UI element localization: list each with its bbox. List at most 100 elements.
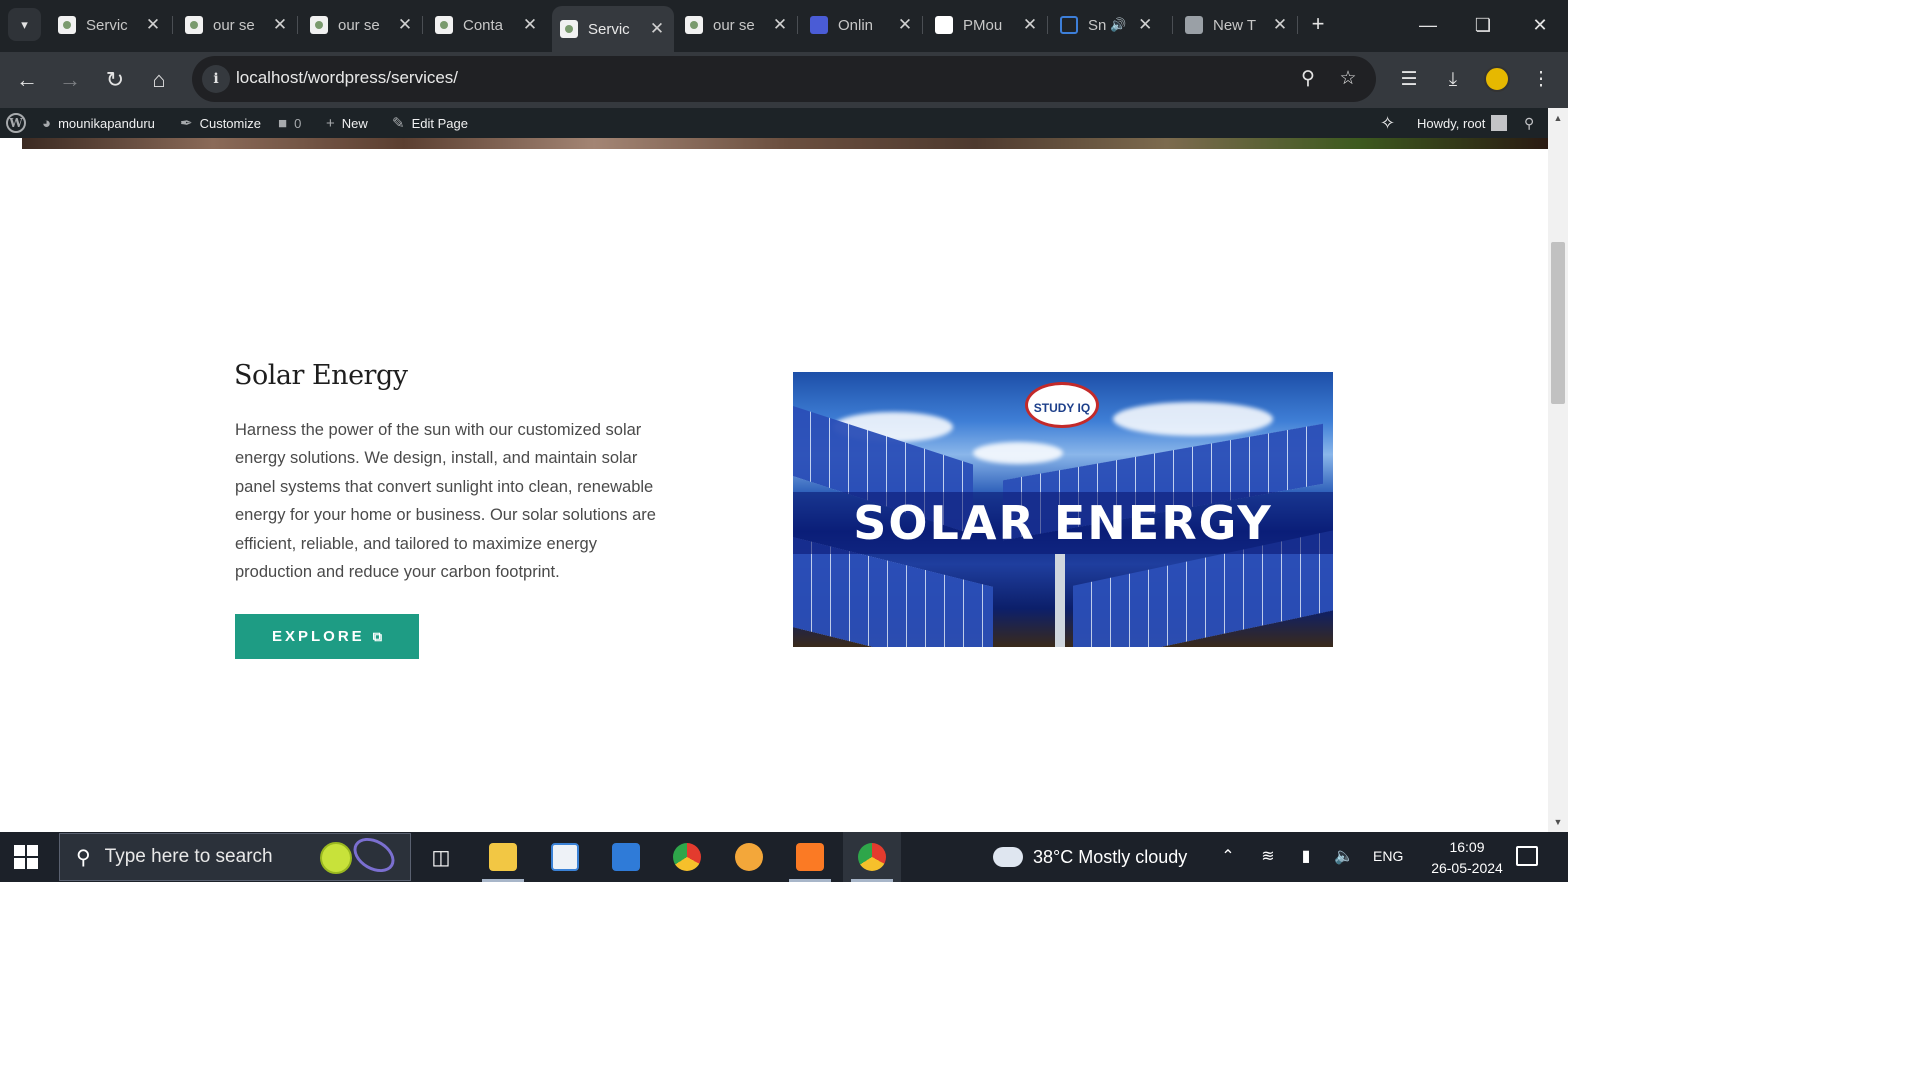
- task-view-button[interactable]: ◫: [412, 832, 470, 882]
- chrome-app[interactable]: [658, 832, 716, 882]
- medal-app[interactable]: [720, 832, 778, 882]
- tab-search-button[interactable]: ▾: [8, 8, 41, 41]
- home-button[interactable]: ⌂: [143, 64, 175, 96]
- sparkle-icon: ✧: [1380, 112, 1396, 133]
- close-icon[interactable]: ✕: [1021, 15, 1039, 35]
- start-button[interactable]: [14, 845, 38, 869]
- close-icon[interactable]: ✕: [648, 19, 666, 39]
- explore-button[interactable]: EXPLORE ⧉: [235, 614, 419, 659]
- close-icon[interactable]: ✕: [521, 15, 539, 35]
- browser-tab[interactable]: Onlin ✕: [802, 6, 922, 44]
- browser-tab[interactable]: Servic ✕: [50, 6, 170, 44]
- customize-link[interactable]: ✒ Customize: [180, 108, 261, 138]
- taskbar-search-box[interactable]: ⚲ Type here to search: [59, 831, 411, 881]
- clock-date: 26-05-2024: [1431, 860, 1503, 876]
- wordpress-logo-icon: W: [6, 113, 26, 133]
- close-icon[interactable]: ✕: [1271, 15, 1289, 35]
- studyiq-logo: STUDY IQ: [1025, 382, 1099, 428]
- reload-button[interactable]: ↻: [99, 64, 131, 96]
- close-icon[interactable]: ✕: [896, 15, 914, 35]
- speaker-icon[interactable]: 🔊: [1110, 17, 1126, 33]
- browser-tab[interactable]: Conta ✕: [427, 6, 547, 44]
- wp-favicon-icon: [435, 16, 453, 34]
- xampp-app[interactable]: [781, 832, 839, 882]
- clock[interactable]: 16:09 26-05-2024: [1425, 837, 1509, 879]
- wifi-icon[interactable]: ≋: [1256, 846, 1280, 866]
- close-window-button[interactable]: ✕: [1520, 10, 1560, 40]
- admin-search-button[interactable]: ⚲: [1524, 108, 1534, 138]
- comments-link[interactable]: ■ 0: [278, 108, 301, 138]
- volume-icon[interactable]: 🔈: [1332, 846, 1356, 866]
- folder-icon: [489, 843, 517, 871]
- my-account-menu[interactable]: Howdy, root: [1417, 108, 1508, 138]
- ai-sparkle-button[interactable]: ✧: [1380, 108, 1395, 138]
- weather-widget[interactable]: 38°C Mostly cloudy: [993, 832, 1187, 882]
- plus-icon: +: [326, 114, 335, 132]
- comments-count: 0: [294, 115, 302, 131]
- mail-app[interactable]: [597, 832, 655, 882]
- address-bar[interactable]: i localhost/wordpress/services/ ⚲ ☆: [192, 56, 1376, 102]
- chevron-up-icon[interactable]: ⌃: [1216, 846, 1240, 866]
- wp-admin-bar: W ◕ mounikapanduru ✒ Customize ■ 0 + New…: [0, 108, 1548, 138]
- battery-icon[interactable]: ▮: [1294, 846, 1318, 866]
- browser-tab[interactable]: our se ✕: [302, 6, 422, 44]
- panel-pole: [1055, 554, 1065, 647]
- browser-tab[interactable]: our se ✕: [177, 6, 297, 44]
- scrollbar-thumb[interactable]: [1551, 242, 1565, 404]
- site-info-icon[interactable]: i: [202, 65, 230, 93]
- running-indicator: [789, 879, 831, 882]
- language-indicator[interactable]: ENG: [1373, 848, 1403, 864]
- menu-kebab-icon[interactable]: ⋮: [1525, 64, 1557, 96]
- tab-title: our se: [713, 16, 755, 34]
- search-icon: ⚲: [1524, 114, 1535, 131]
- edit-page-link[interactable]: ✎ Edit Page: [392, 108, 468, 138]
- chrome-profile-app[interactable]: [843, 832, 901, 882]
- new-tab-button[interactable]: +: [1305, 12, 1331, 38]
- url-text[interactable]: localhost/wordpress/services/: [236, 68, 458, 88]
- medal-icon: [735, 843, 763, 871]
- image-title-text: SOLAR ENERGY: [853, 496, 1273, 550]
- hero-image-bottom-edge: [22, 138, 1548, 149]
- browser-tab[interactable]: Sn 🔊 ✕: [1052, 6, 1172, 44]
- online-favicon-icon: [810, 16, 828, 34]
- restore-button[interactable]: ❏: [1463, 10, 1503, 40]
- close-icon[interactable]: ✕: [1136, 15, 1154, 35]
- notification-icon[interactable]: [1516, 846, 1538, 866]
- scroll-down-arrow-icon[interactable]: ▼: [1548, 814, 1568, 830]
- back-button[interactable]: ←: [11, 64, 43, 96]
- running-indicator: [851, 879, 893, 882]
- bookmark-star-icon[interactable]: ☆: [1334, 65, 1362, 93]
- chevron-down-icon: ▾: [21, 16, 28, 32]
- minimize-button[interactable]: —: [1408, 10, 1448, 40]
- section-title: Solar Energy: [234, 360, 408, 391]
- cloud-shape: [1113, 402, 1273, 436]
- download-icon[interactable]: ⤓: [1437, 64, 1469, 96]
- browser-tab[interactable]: our se ✕: [677, 6, 797, 44]
- page-scrollbar[interactable]: ▲ ▼: [1548, 108, 1568, 832]
- zoom-icon[interactable]: ⚲: [1294, 65, 1322, 93]
- close-icon[interactable]: ✕: [271, 15, 289, 35]
- profile-avatar[interactable]: [1484, 66, 1510, 92]
- close-icon[interactable]: ✕: [771, 15, 789, 35]
- tab-separator: [172, 16, 173, 34]
- wp-favicon-icon: [185, 16, 203, 34]
- close-icon[interactable]: ✕: [396, 15, 414, 35]
- github-icon: [935, 16, 953, 34]
- document-app[interactable]: [536, 832, 594, 882]
- file-explorer-app[interactable]: [474, 832, 532, 882]
- running-indicator: [482, 879, 524, 882]
- site-name-menu[interactable]: ◕ mounikapanduru: [42, 108, 155, 138]
- close-icon[interactable]: ✕: [144, 15, 162, 35]
- forward-button[interactable]: →: [54, 64, 86, 96]
- new-content-menu[interactable]: + New: [326, 108, 368, 138]
- tab-title: Servic: [588, 20, 630, 38]
- tab-title: Conta: [463, 16, 504, 34]
- browser-tab[interactable]: New T ✕: [1177, 6, 1297, 44]
- wp-favicon-icon: [685, 16, 703, 34]
- wp-favicon-icon: [58, 16, 76, 34]
- reading-list-icon[interactable]: ☰: [1393, 64, 1425, 96]
- browser-tab-active[interactable]: Servic ✕: [552, 6, 674, 52]
- browser-tab[interactable]: PMou ✕: [927, 6, 1047, 44]
- scroll-up-arrow-icon[interactable]: ▲: [1548, 110, 1568, 126]
- wp-logo-menu[interactable]: W: [6, 108, 26, 138]
